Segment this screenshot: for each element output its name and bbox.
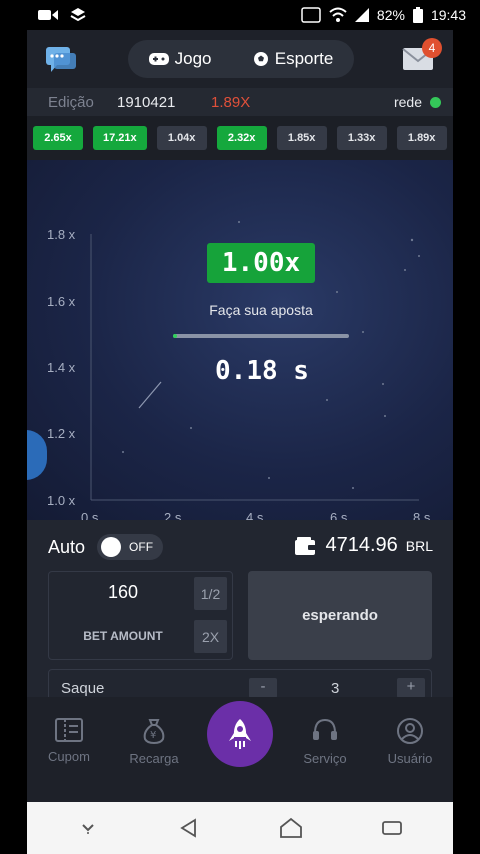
edition-label: Edição [48, 93, 94, 111]
balance-currency: BRL [405, 537, 433, 554]
clock: 19:43 [430, 7, 466, 23]
top-bar: Jogo Esporte 4 [27, 30, 453, 88]
headset-icon [313, 718, 337, 740]
nav-service[interactable]: Serviço [290, 717, 360, 766]
chat-button[interactable] [45, 44, 77, 76]
x-tick: 6 s [330, 510, 348, 520]
recent-apps-icon [382, 821, 403, 835]
history-chip[interactable]: 17.21x [93, 126, 147, 150]
chart-axes: 1.8 x 1.6 x 1.4 x 1.2 x 1.0 x 0 s 2 s 4 … [47, 221, 431, 520]
tab-game-label: Jogo [174, 49, 212, 68]
countdown-timer: 0.18 s [215, 356, 309, 386]
history-chip[interactable]: 1.33x [336, 126, 387, 150]
toggle-knob [101, 537, 122, 557]
auto-row: Auto OFF [48, 534, 164, 560]
nav-recharge-label: Recarga [129, 751, 179, 766]
multiplier-history: 2.65x 17.21x 1.04x 2.32x 1.85x 1.33x 1.8… [27, 116, 453, 160]
home-icon [279, 817, 302, 838]
bet-amount-input[interactable]: 160 [49, 582, 197, 603]
game-chart: 1.8 x 1.6 x 1.4 x 1.2 x 1.0 x 0 s 2 s 4 … [27, 160, 453, 520]
bet-amount-box: 160 BET AMOUNT 1/2 2X [48, 571, 233, 660]
chat-bubbles-icon [46, 47, 76, 72]
countdown-progress-bar [173, 334, 349, 338]
y-tick: 1.4 x [47, 360, 76, 375]
y-tick: 1.2 x [47, 426, 76, 441]
network-label: rede [393, 94, 422, 110]
balance-amount: 4714.96 [325, 534, 398, 556]
auto-label: Auto [48, 536, 86, 557]
bet-action-button[interactable]: esperando [248, 571, 432, 660]
mail-badge: 4 [422, 38, 442, 58]
network-status: rede [394, 94, 453, 110]
bet-amount-label: BET AMOUNT [83, 629, 163, 643]
balance-display: 4714.96 BRL [295, 534, 433, 557]
nav-recharge[interactable]: ¥ Recarga [119, 717, 189, 766]
battery-icon [412, 7, 423, 23]
history-chip[interactable]: 2.32x [216, 126, 267, 150]
layers-icon [70, 8, 86, 22]
soccer-ball-icon [253, 52, 268, 66]
history-chip[interactable]: 1.04x [156, 126, 207, 150]
rocket-icon [229, 719, 251, 749]
y-tick: 1.6 x [47, 294, 76, 309]
video-camera-icon [38, 10, 58, 20]
edition-number: 1910421 [117, 93, 176, 111]
network-status-dot [430, 96, 441, 108]
back-button[interactable] [174, 813, 204, 843]
recent-apps-button[interactable] [377, 813, 407, 843]
cashout-increase-button[interactable]: + [397, 678, 425, 698]
nav-user[interactable]: Usuário [375, 717, 445, 766]
double-bet-button[interactable]: 2X [194, 620, 227, 653]
x-tick: 8 s [413, 510, 431, 520]
auto-toggle-state: OFF [129, 540, 154, 554]
x-tick: 2 s [164, 510, 182, 520]
history-chip[interactable]: 1.89x [396, 126, 447, 150]
round-info-row: Edição 1910421 1.89X rede [27, 88, 453, 116]
home-button[interactable] [276, 813, 306, 843]
place-bet-message: Faça sua aposta [209, 302, 313, 318]
signal-icon [354, 8, 369, 22]
mode-switch: Jogo Esporte [128, 40, 354, 78]
x-tick: 4 s [246, 510, 264, 520]
cashout-decrease-button[interactable]: - [249, 678, 277, 698]
coupon-icon [55, 718, 83, 742]
last-multiplier: 1.89X [211, 93, 251, 111]
x-tick: 0 s [81, 510, 99, 520]
battery-percent: 82% [376, 7, 405, 23]
nav-coupon[interactable]: Cupom [34, 717, 104, 764]
nav-coupon-label: Cupom [48, 749, 90, 764]
gamepad-icon [148, 53, 169, 65]
y-tick: 1.0 x [47, 493, 76, 508]
user-icon [397, 718, 423, 744]
chevron-down-icon [82, 824, 94, 834]
nav-user-label: Usuário [387, 751, 433, 766]
cashout-value[interactable]: 3 [331, 680, 339, 697]
tab-sport-label: Esporte [274, 49, 334, 68]
current-multiplier: 1.00x [207, 243, 315, 283]
cashout-label: Saque [61, 680, 105, 697]
countdown-progress-fill [173, 334, 177, 338]
bottom-navigation: Cupom ¥ Recarga Serviço Usuário [27, 697, 453, 802]
tab-sport[interactable]: Esporte [253, 49, 334, 69]
wifi-icon [329, 7, 347, 22]
tab-game[interactable]: Jogo [148, 49, 212, 69]
money-bag-icon: ¥ [143, 719, 165, 745]
system-status-bar: 82% 19:43 [0, 0, 480, 30]
svg-text:¥: ¥ [150, 730, 156, 741]
hide-keyboard-button[interactable] [73, 813, 103, 843]
auto-toggle[interactable]: OFF [97, 534, 164, 560]
system-navigation-bar [27, 802, 453, 854]
nav-game-rocket[interactable] [207, 701, 273, 767]
bet-controls: Auto OFF 4714.96 BRL 160 BET AMOUNT 1/2 … [27, 520, 453, 709]
y-tick: 1.8 x [47, 227, 76, 242]
wallet-icon [295, 536, 318, 555]
half-bet-button[interactable]: 1/2 [194, 577, 227, 610]
back-triangle-icon [180, 818, 197, 838]
history-chip[interactable]: 1.85x [276, 126, 327, 150]
crash-game-app: Jogo Esporte 4 Edição 1910421 1.89X rede… [27, 30, 453, 802]
cast-icon [301, 7, 321, 23]
nav-service-label: Serviço [303, 751, 347, 766]
history-chip[interactable]: 2.65x [33, 126, 83, 150]
